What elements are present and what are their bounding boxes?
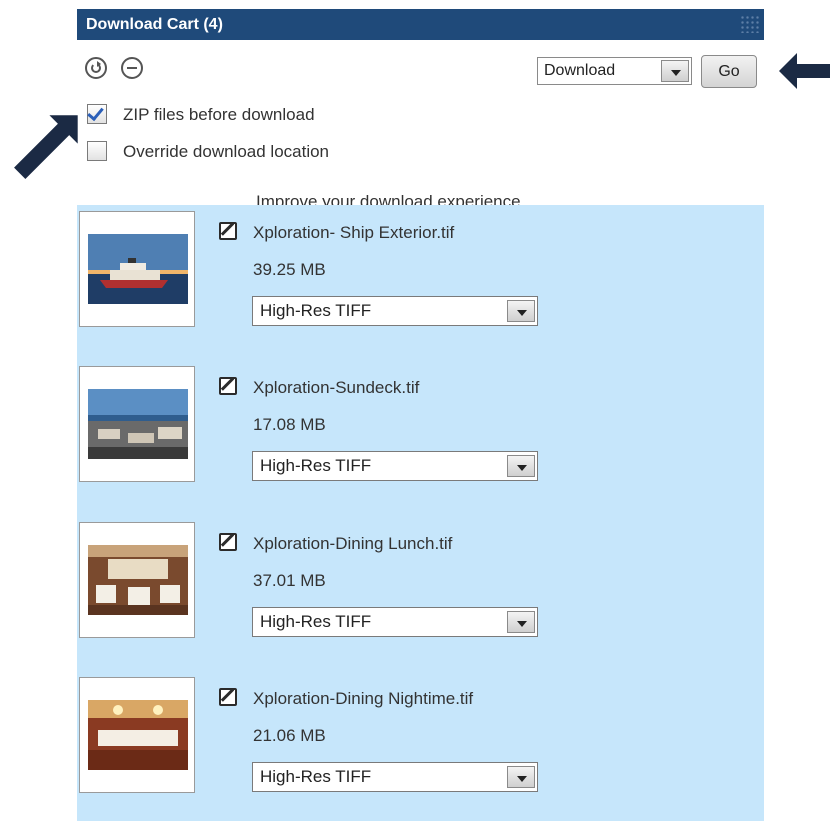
format-select[interactable]: High-Res TIFF bbox=[252, 607, 538, 637]
edit-icon[interactable] bbox=[219, 222, 237, 240]
chevron-down-icon[interactable] bbox=[507, 611, 535, 633]
file-size: 39.25 MB bbox=[253, 260, 326, 279]
cart-title: Download Cart (4) bbox=[86, 16, 223, 33]
edit-icon[interactable] bbox=[219, 533, 237, 551]
format-select-value: High-Res TIFF bbox=[260, 767, 372, 786]
action-select-value: Download bbox=[544, 62, 616, 79]
file-name: Xploration-Dining Nightime.tif bbox=[253, 689, 474, 708]
thumbnail-image bbox=[88, 700, 188, 770]
file-size: 37.01 MB bbox=[253, 571, 326, 590]
thumbnail[interactable] bbox=[79, 522, 195, 638]
zip-label: ZIP files before download bbox=[123, 105, 315, 124]
format-select[interactable]: High-Res TIFF bbox=[252, 762, 538, 792]
thumbnail-image bbox=[88, 545, 188, 615]
format-select-value: High-Res TIFF bbox=[260, 612, 372, 631]
format-select-value: High-Res TIFF bbox=[260, 456, 372, 475]
restore-icon[interactable] bbox=[85, 57, 107, 79]
edit-icon[interactable] bbox=[219, 688, 237, 706]
format-select[interactable]: High-Res TIFF bbox=[252, 451, 538, 481]
chevron-down-icon[interactable] bbox=[507, 455, 535, 477]
thumbnail-image bbox=[88, 389, 188, 459]
list-item: Xploration- Ship Exterior.tif 39.25 MB H… bbox=[77, 205, 764, 327]
format-select[interactable]: High-Res TIFF bbox=[252, 296, 538, 326]
thumbnail[interactable] bbox=[79, 677, 195, 793]
chevron-down-icon[interactable] bbox=[661, 60, 689, 82]
action-select[interactable]: Download bbox=[537, 57, 692, 85]
chevron-down-icon[interactable] bbox=[507, 766, 535, 788]
thumbnail[interactable] bbox=[79, 211, 195, 327]
format-select-value: High-Res TIFF bbox=[260, 301, 372, 320]
thumbnail-image bbox=[88, 234, 188, 304]
remove-icon[interactable] bbox=[121, 57, 143, 79]
file-size: 21.06 MB bbox=[253, 726, 326, 745]
file-name: Xploration-Sundeck.tif bbox=[253, 378, 420, 397]
edit-icon[interactable] bbox=[219, 377, 237, 395]
checkmark-icon bbox=[87, 103, 104, 122]
override-checkbox[interactable] bbox=[87, 141, 107, 161]
improve-experience-link[interactable]: Improve your download experience bbox=[256, 192, 521, 205]
list-item: Xploration-Dining Lunch.tif 37.01 MB Hig… bbox=[77, 516, 764, 638]
file-size: 17.08 MB bbox=[253, 415, 326, 434]
go-button[interactable]: Go bbox=[701, 55, 757, 88]
cart-header: Download Cart (4) bbox=[77, 9, 764, 40]
list-item: Xploration-Sundeck.tif 17.08 MB High-Res… bbox=[77, 360, 764, 482]
arrow-pointer-icon bbox=[14, 115, 78, 179]
override-label: Override download location bbox=[123, 142, 330, 161]
list-item: Xploration-Dining Nightime.tif 21.06 MB … bbox=[77, 671, 764, 793]
thumbnail[interactable] bbox=[79, 366, 195, 482]
file-name: Xploration- Ship Exterior.tif bbox=[253, 223, 455, 242]
cart-items-list: Xploration- Ship Exterior.tif 39.25 MB H… bbox=[77, 205, 764, 821]
resize-grip-icon[interactable] bbox=[740, 15, 760, 33]
zip-checkbox[interactable] bbox=[87, 103, 107, 124]
file-name: Xploration-Dining Lunch.tif bbox=[253, 534, 453, 553]
chevron-down-icon[interactable] bbox=[507, 300, 535, 322]
arrow-pointer-icon bbox=[779, 53, 830, 89]
